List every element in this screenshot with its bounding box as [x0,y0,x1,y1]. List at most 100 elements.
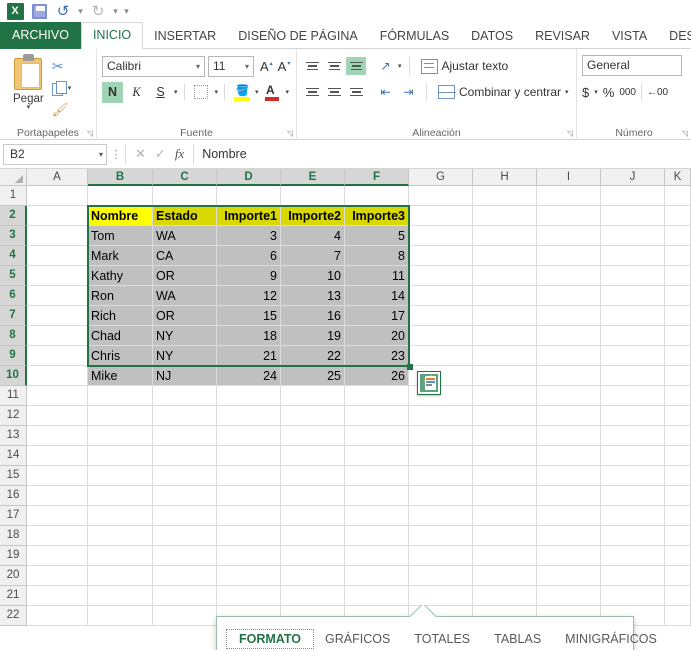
quick-analysis-button[interactable]: ⚡ [417,371,441,395]
borders-button[interactable] [191,82,212,103]
underline-button[interactable]: S [150,82,171,103]
row-header-22[interactable]: 22 [0,606,27,626]
cell-F5[interactable]: 11 [345,266,409,286]
cell-D10[interactable]: 24 [217,366,281,386]
cell-I5[interactable] [537,266,601,286]
cell-J20[interactable] [601,566,665,586]
cell-D11[interactable] [217,386,281,406]
cell-B12[interactable] [88,406,153,426]
row-header-17[interactable]: 17 [0,506,27,526]
row-header-15[interactable]: 15 [0,466,27,486]
cell-B18[interactable] [88,526,153,546]
row-header-21[interactable]: 21 [0,586,27,606]
cell-E8[interactable]: 19 [281,326,345,346]
cell-K15[interactable] [665,466,691,486]
cell-I8[interactable] [537,326,601,346]
cell-B8[interactable]: Chad [88,326,153,346]
cell-F4[interactable]: 8 [345,246,409,266]
cell-K17[interactable] [665,506,691,526]
underline-dropdown-icon[interactable]: ▾ [174,88,178,96]
qa-tab-graficos[interactable]: GRÁFICOS [313,630,402,648]
cell-C13[interactable] [153,426,217,446]
cell-D6[interactable]: 12 [217,286,281,306]
save-icon[interactable] [28,1,50,21]
cell-J13[interactable] [601,426,665,446]
alignment-dialog-launcher-icon[interactable]: ◹ [567,129,573,138]
cell-B7[interactable]: Rich [88,306,153,326]
cell-A18[interactable] [27,526,88,546]
cell-F6[interactable]: 14 [345,286,409,306]
cell-H3[interactable] [473,226,537,246]
cell-I4[interactable] [537,246,601,266]
cell-K2[interactable] [665,206,691,226]
row-header-18[interactable]: 18 [0,526,27,546]
cell-G6[interactable] [409,286,473,306]
cell-H7[interactable] [473,306,537,326]
align-middle-button[interactable] [324,57,344,75]
undo-icon[interactable]: ↺ [52,1,74,21]
cell-E3[interactable]: 4 [281,226,345,246]
cell-D16[interactable] [217,486,281,506]
cell-E1[interactable] [281,186,345,206]
cell-G8[interactable] [409,326,473,346]
cell-E12[interactable] [281,406,345,426]
cell-E5[interactable]: 10 [281,266,345,286]
cell-I20[interactable] [537,566,601,586]
format-painter-button[interactable]: 🖌 [52,99,91,121]
cell-H2[interactable] [473,206,537,226]
align-bottom-button[interactable] [346,57,366,75]
cell-E18[interactable] [281,526,345,546]
orientation-button[interactable]: ↗ [375,56,396,77]
percent-button[interactable]: % [603,85,615,100]
cell-J19[interactable] [601,546,665,566]
cell-E14[interactable] [281,446,345,466]
row-header-4[interactable]: 4 [0,246,27,266]
decrease-font-size-button[interactable]: A ▾ [275,59,291,74]
cell-C4[interactable]: CA [153,246,217,266]
cell-B16[interactable] [88,486,153,506]
cell-E15[interactable] [281,466,345,486]
cell-D17[interactable] [217,506,281,526]
tab-formulas[interactable]: FÓRMULAS [369,23,460,49]
cell-E4[interactable]: 7 [281,246,345,266]
cell-E7[interactable]: 16 [281,306,345,326]
cell-I14[interactable] [537,446,601,466]
column-header-a[interactable]: A [27,169,88,186]
cell-F21[interactable] [345,586,409,606]
cell-D8[interactable]: 18 [217,326,281,346]
cell-J15[interactable] [601,466,665,486]
cell-A20[interactable] [27,566,88,586]
cell-C15[interactable] [153,466,217,486]
cell-I1[interactable] [537,186,601,206]
cell-C22[interactable] [153,606,217,626]
cell-D13[interactable] [217,426,281,446]
cell-I12[interactable] [537,406,601,426]
cell-H16[interactable] [473,486,537,506]
merge-center-dropdown-icon[interactable]: ▾ [565,88,569,96]
cell-B14[interactable] [88,446,153,466]
wrap-text-button[interactable]: Ajustar texto [417,58,508,74]
cell-C2[interactable]: Estado [153,206,217,226]
cell-A22[interactable] [27,606,88,626]
column-header-k[interactable]: K [665,169,691,186]
cell-K13[interactable] [665,426,691,446]
select-all-corner[interactable] [0,169,27,186]
selection-fill-handle[interactable] [407,364,413,370]
cell-J17[interactable] [601,506,665,526]
row-header-19[interactable]: 19 [0,546,27,566]
cell-I6[interactable] [537,286,601,306]
cell-G2[interactable] [409,206,473,226]
cell-I16[interactable] [537,486,601,506]
row-header-9[interactable]: 9 [0,346,27,366]
cell-J12[interactable] [601,406,665,426]
cell-H17[interactable] [473,506,537,526]
cell-A16[interactable] [27,486,88,506]
cell-K9[interactable] [665,346,691,366]
cell-D18[interactable] [217,526,281,546]
cell-G5[interactable] [409,266,473,286]
cell-G1[interactable] [409,186,473,206]
cell-A2[interactable] [27,206,88,226]
cell-G17[interactable] [409,506,473,526]
orientation-dropdown-icon[interactable]: ▾ [398,62,402,70]
cell-K10[interactable] [665,366,691,386]
